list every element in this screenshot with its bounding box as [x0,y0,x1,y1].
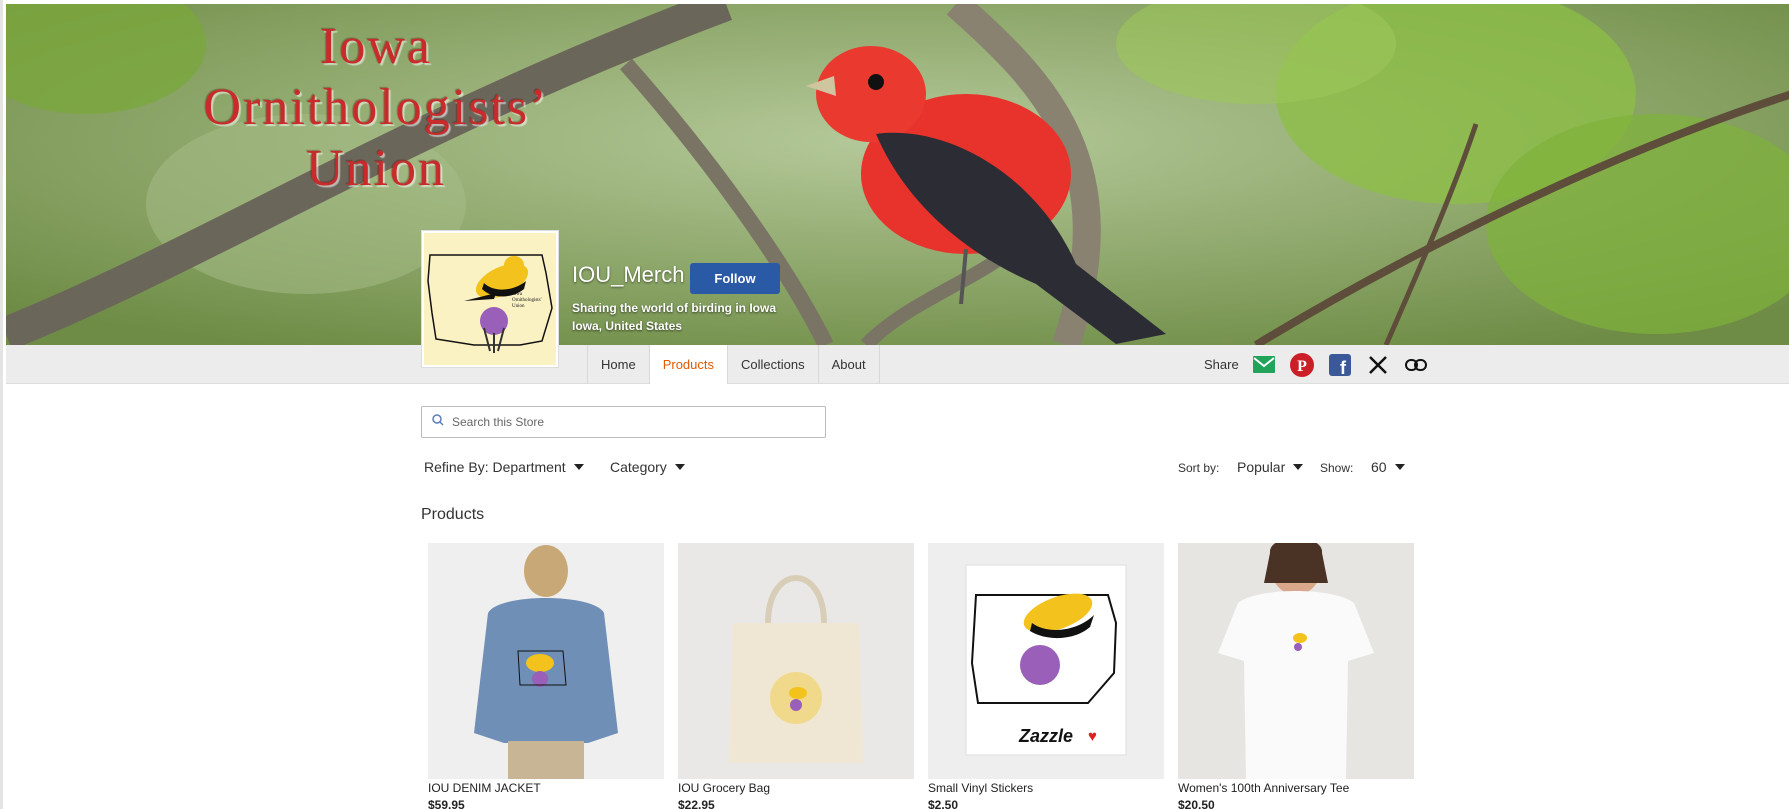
zazzle-badge: Zazzle [1018,726,1074,746]
sort-label: Sort by: [1178,461,1220,475]
product-price: $59.95 [428,798,465,809]
svg-text:P: P [1297,358,1307,375]
product-price: $2.50 [928,798,959,809]
heart-icon: ♥ [1088,728,1097,745]
store-banner: Iowa Ornithologists’ Union [6,4,1789,345]
store-search [421,406,826,438]
banner-title: Iowa Ornithologists’ Union [156,16,596,199]
store-avatar[interactable]: Iowa Ornithologists' Union [421,230,559,368]
chevron-down-icon [1293,464,1304,470]
email-icon[interactable] [1252,353,1276,377]
product-card[interactable]: IOU DENIM JACKET $59.95 [428,543,664,809]
share-label: Share [1204,357,1239,372]
show-dropdown[interactable]: 60 [1371,459,1405,475]
category-filter[interactable]: Category [610,459,685,475]
store-tagline: Sharing the world of birding in Iowa [572,301,776,315]
pinterest-icon[interactable]: P [1289,352,1314,377]
product-price: $22.95 [678,798,715,809]
product-name[interactable]: Women's 100th Anniversary Tee [1178,781,1414,795]
x-icon[interactable] [1366,353,1390,377]
chevron-down-icon [573,464,584,470]
store-nav-bar: Home Products Collections About Share P … [6,345,1789,384]
chevron-down-icon [674,464,685,470]
product-card[interactable]: Women's 100th Anniversary Tee $20.50 [1178,543,1414,809]
product-image[interactable] [428,543,664,779]
follow-button[interactable]: Follow [690,263,780,294]
tab-about[interactable]: About [819,345,880,384]
facebook-icon[interactable]: f [1328,353,1352,377]
sort-dropdown[interactable]: Popular [1237,459,1304,475]
store-name[interactable]: IOU_Merch [572,262,684,288]
search-icon [432,413,444,431]
share-bar: Share P f [1204,345,1442,384]
products-heading: Products [421,506,485,523]
banner-title-line: Union [306,140,446,197]
search-input[interactable] [452,415,812,429]
product-name[interactable]: IOU Grocery Bag [678,781,914,795]
chevron-down-icon [1394,464,1405,470]
banner-title-line: Iowa [320,18,432,75]
product-name[interactable]: IOU DENIM JACKET [428,781,664,795]
product-price: $20.50 [1178,798,1215,809]
show-label: Show: [1320,461,1354,475]
category-filter-label: Category [610,459,667,475]
banner-title-line: Ornithologists’ [203,79,549,136]
svg-text:f: f [1340,358,1347,376]
goldfinch-logo: Iowa Ornithologists' Union [424,233,556,365]
tab-home[interactable]: Home [587,345,650,384]
product-image[interactable] [678,543,914,779]
svg-text:Ornithologists': Ornithologists' [512,298,542,303]
product-name[interactable]: Small Vinyl Stickers [928,781,1164,795]
avatar-caption: Iowa [512,292,523,297]
product-card[interactable]: Zazzle ♥ Small Vinyl Stickers $2.50 [928,543,1164,809]
tab-products[interactable]: Products [649,345,728,384]
product-image[interactable]: Zazzle ♥ [928,543,1164,779]
link-icon[interactable] [1404,353,1428,377]
store-location: Iowa, United States [572,319,683,333]
product-image[interactable] [1178,543,1414,779]
svg-text:Union: Union [512,304,525,309]
tab-collections[interactable]: Collections [728,345,819,384]
store-page: Iowa Ornithologists’ Union Iowa Ornithol… [0,0,1789,809]
show-value: 60 [1371,459,1387,475]
store-tabs: Home Products Collections About [587,345,880,384]
department-filter[interactable]: Refine By: Department [424,459,584,475]
sort-value: Popular [1237,459,1286,475]
department-filter-label: Refine By: Department [424,459,566,475]
product-card[interactable]: IOU Grocery Bag $22.95 [678,543,914,809]
